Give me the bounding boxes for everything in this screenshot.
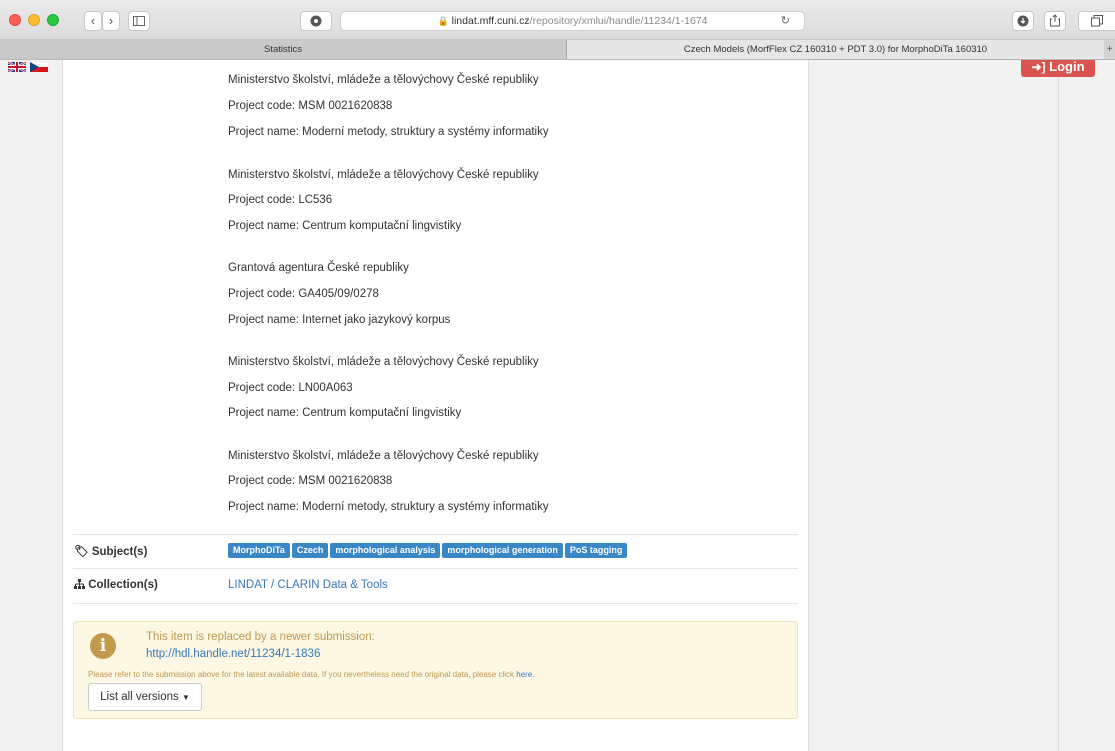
newer-submission-link[interactable]: http://hdl.handle.net/11234/1-1836 (146, 648, 320, 660)
funding-line: Ministerstvo školství, mládeže a tělovýc… (228, 74, 539, 86)
funding-line: Project name: Moderní metody, struktury … (228, 501, 549, 513)
row-divider (73, 568, 798, 569)
funding-line: Project code: MSM 0021620838 (228, 475, 393, 487)
url-host: lindat.mff.cuni.cz (451, 15, 530, 27)
funding-line: Project name: Internet jako jazykový kor… (228, 314, 451, 326)
tab-bar: Statistics Czech Models (MorfFlex CZ 160… (0, 40, 1115, 60)
subjects-label: 🏷 Subject(s) (74, 546, 148, 558)
new-tab-button[interactable]: + (1104, 40, 1115, 59)
back-button[interactable]: ‹ (84, 11, 102, 31)
list-all-versions-button[interactable]: List all versions ▼ (88, 683, 202, 711)
collections-label: Collection(s) (74, 579, 158, 591)
right-sidebar (809, 60, 1059, 751)
subject-tag[interactable]: Czech (291, 543, 329, 558)
subject-tag[interactable]: PoS tagging (564, 543, 628, 558)
tabs-overview-icon[interactable] (1078, 11, 1115, 31)
tab-statistics[interactable]: Statistics (0, 40, 567, 59)
row-divider (73, 603, 798, 604)
downloads-icon[interactable] (1012, 11, 1034, 31)
newer-version-alert: i This item is replaced by a newer submi… (73, 621, 798, 719)
sign-in-icon: ➜] (1031, 60, 1046, 74)
address-bar[interactable]: 🔒 lindat.mff.cuni.cz/repository/xmlui/ha… (340, 11, 805, 31)
sitemap-icon (74, 579, 88, 591)
close-window-button[interactable] (9, 14, 21, 26)
funding-line: Ministerstvo školství, mládeže a tělovýc… (228, 169, 539, 181)
login-button[interactable]: ➜] Login (1021, 60, 1095, 77)
info-icon: i (90, 633, 116, 659)
original-data-link[interactable]: here (516, 670, 532, 679)
funding-line: Project name: Centrum komputační lingvis… (228, 407, 462, 419)
collection-link[interactable]: LINDAT / CLARIN Data & Tools (228, 579, 388, 591)
subject-tag[interactable]: morphological analysis (330, 543, 441, 558)
browser-titlebar: ‹ › 🔒 lindat.mff.cuni.cz/repository/xmlu… (0, 0, 1115, 40)
czech-flag-icon[interactable] (29, 62, 49, 72)
alert-title: This item is replaced by a newer submiss… (146, 631, 375, 643)
page-viewport: ➜] Login Ministerstvo školství, mládeže … (0, 60, 1115, 751)
zoom-window-button[interactable] (47, 14, 59, 26)
tags-icon: 🏷 (74, 546, 89, 558)
language-flags (8, 62, 49, 72)
funding-line: Ministerstvo školství, mládeže a tělovýc… (228, 356, 539, 368)
sidebar-toggle-icon[interactable] (128, 11, 150, 31)
funding-line: Grantová agentura České republiky (228, 262, 409, 274)
uk-flag-icon[interactable] (8, 62, 27, 72)
funding-line: Project code: LC536 (228, 194, 333, 206)
funding-line: Project name: Centrum komputační lingvis… (228, 220, 462, 232)
lock-icon: 🔒 (437, 16, 449, 26)
caret-down-icon: ▼ (181, 693, 190, 702)
subject-tags: MorphoDiTa Czech morphological analysis mor… (228, 543, 629, 559)
alert-note: Please refer to the submission above for… (88, 670, 535, 679)
minimize-window-button[interactable] (28, 14, 40, 26)
login-label: Login (1049, 60, 1085, 74)
funding-line: Project code: GA405/09/0278 (228, 288, 379, 300)
reload-icon[interactable]: ↻ (781, 12, 790, 30)
row-divider (73, 534, 798, 535)
tab-czech-models[interactable]: Czech Models (MorfFlex CZ 160310 + PDT 3… (567, 40, 1104, 59)
subject-tag[interactable]: morphological generation (442, 543, 563, 558)
funding-line: Project name: Moderní metody, struktury … (228, 126, 549, 138)
privacy-report-icon[interactable] (300, 11, 332, 31)
forward-button[interactable]: › (102, 11, 120, 31)
subject-tag[interactable]: MorphoDiTa (228, 543, 290, 558)
funding-line: Project code: LN00A063 (228, 382, 353, 394)
url-path: /repository/xmlui/handle/11234/1-1674 (529, 15, 708, 27)
share-icon[interactable] (1044, 11, 1066, 31)
funding-line: Ministerstvo školství, mládeže a tělovýc… (228, 450, 539, 462)
funding-line: Project code: MSM 0021620838 (228, 100, 393, 112)
